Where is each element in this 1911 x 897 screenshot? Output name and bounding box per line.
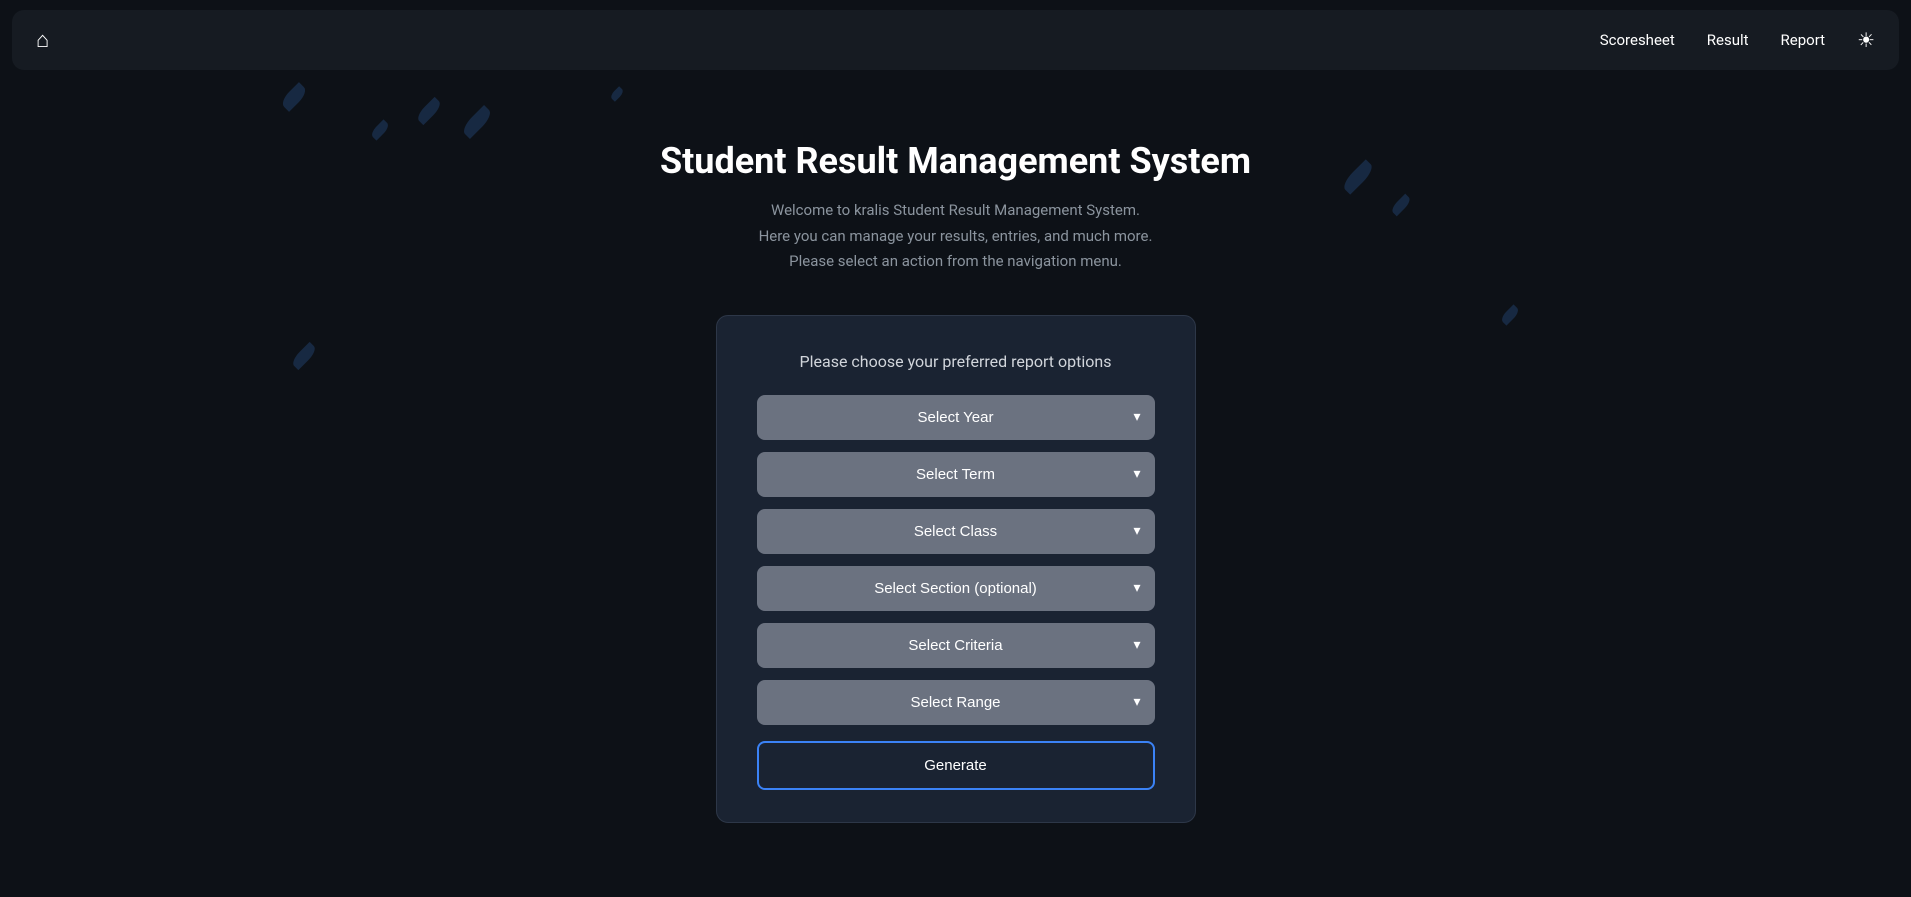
year-select-wrapper: Select Year ▾ <box>757 395 1155 440</box>
select-range[interactable]: Select Range <box>757 680 1155 725</box>
nav-links: Scoresheet Result Report ☀ <box>1600 28 1875 52</box>
page-title: Student Result Management System <box>660 140 1251 182</box>
class-select-wrapper: Select Class ▾ <box>757 509 1155 554</box>
card-title: Please choose your preferred report opti… <box>757 352 1155 371</box>
nav-report[interactable]: Report <box>1781 31 1826 49</box>
page-subtitle: Welcome to kralis Student Result Managem… <box>759 198 1153 275</box>
theme-toggle-icon[interactable]: ☀ <box>1857 28 1875 52</box>
nav-scoresheet[interactable]: Scoresheet <box>1600 31 1675 49</box>
term-select-wrapper: Select Term ▾ <box>757 452 1155 497</box>
select-term[interactable]: Select Term <box>757 452 1155 497</box>
criteria-select-wrapper: Select Criteria ▾ <box>757 623 1155 668</box>
range-select-wrapper: Select Range ▾ <box>757 680 1155 725</box>
select-section[interactable]: Select Section (optional) <box>757 566 1155 611</box>
section-select-wrapper: Select Section (optional) ▾ <box>757 566 1155 611</box>
report-card: Please choose your preferred report opti… <box>716 315 1196 823</box>
home-icon[interactable]: ⌂ <box>36 27 49 53</box>
generate-button[interactable]: Generate <box>757 741 1155 790</box>
nav-result[interactable]: Result <box>1707 31 1749 49</box>
main-content: Student Result Management System Welcome… <box>0 80 1911 823</box>
navbar: ⌂ Scoresheet Result Report ☀ <box>12 10 1899 70</box>
select-year[interactable]: Select Year <box>757 395 1155 440</box>
select-class[interactable]: Select Class <box>757 509 1155 554</box>
select-criteria[interactable]: Select Criteria <box>757 623 1155 668</box>
